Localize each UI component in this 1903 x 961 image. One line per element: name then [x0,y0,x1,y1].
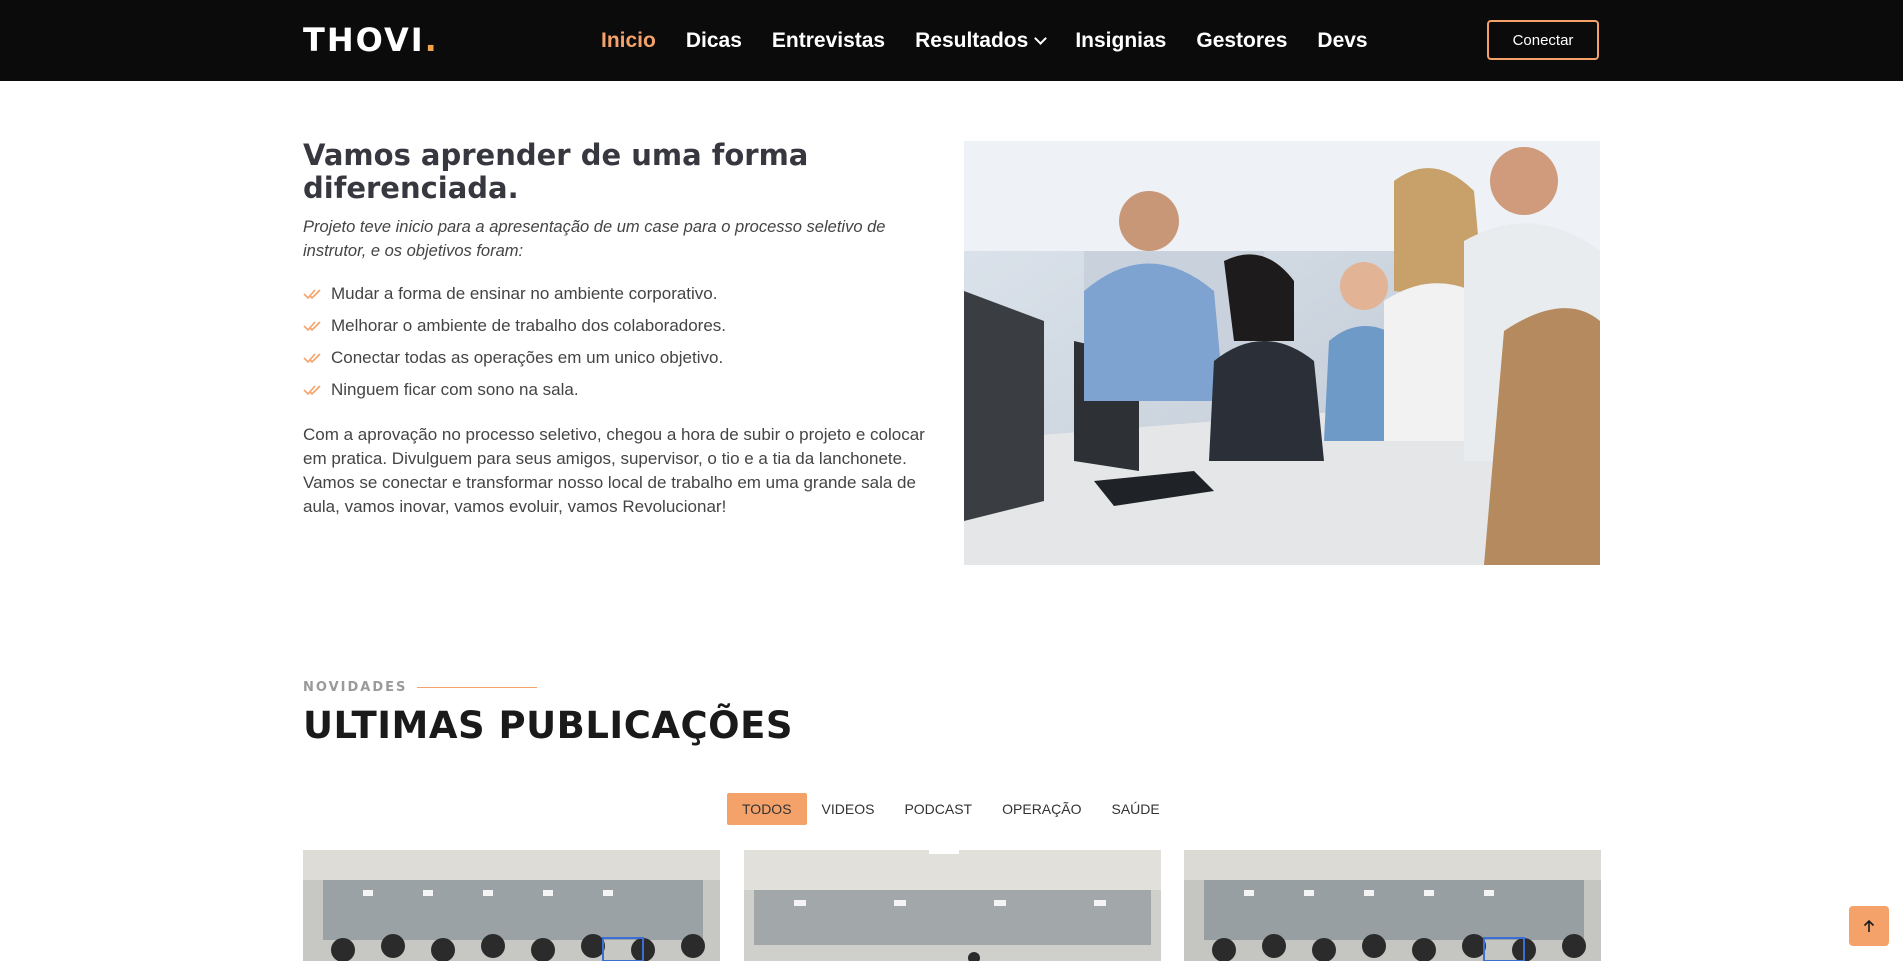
nav-item-dicas[interactable]: Dicas [686,29,742,53]
list-item: Ninguem ficar com sono na sala. [303,374,726,406]
nav-item-resultados[interactable]: Resultados [915,28,1048,53]
publication-card[interactable] [744,850,1161,961]
double-check-icon [303,385,321,396]
logo-text: THOVI [303,21,425,59]
about-title: Vamos aprender de uma forma diferenciada… [303,138,809,205]
objective-text: Conectar todas as operações em um unico … [331,348,724,367]
team-photo-illustration [964,141,1600,565]
arrow-up-icon [1863,919,1875,932]
nav-item-resultados-label: Resultados [915,28,1029,52]
publication-filters: TODOS VIDEOS PODCAST OPERAÇÃO SAÚDE [727,793,1175,825]
objectives-list: Mudar a forma de ensinar no ambiente cor… [303,278,726,406]
objective-text: Mudar a forma de ensinar no ambiente cor… [331,284,718,303]
double-check-icon [303,353,321,364]
nav-item-inicio[interactable]: Inicio [601,29,656,53]
logo-dot: . [424,21,439,59]
connect-button[interactable]: Conectar [1487,20,1599,60]
double-check-icon [303,321,321,332]
list-item: Mudar a forma de ensinar no ambiente cor… [303,278,726,310]
filter-operacao[interactable]: OPERAÇÃO [987,793,1096,825]
list-item: Melhorar o ambiente de trabalho dos cola… [303,310,726,342]
site-header: THOVI. Inicio Dicas Entrevistas Resultad… [0,0,1903,81]
about-intro: Projeto teve inicio para a apresentação … [303,218,886,260]
team-photo [964,141,1600,565]
section-kicker: NOVIDADES [303,680,538,695]
double-check-icon [303,289,321,300]
objective-text: Melhorar o ambiente de trabalho dos cola… [331,316,727,335]
about-body: Com a aprovação no processo seletivo, ch… [303,425,925,516]
filter-videos[interactable]: VIDEOS [807,793,890,825]
group-photo [744,850,1161,961]
kicker-line [417,687,538,688]
chevron-down-icon [1034,31,1048,45]
filter-podcast[interactable]: PODCAST [889,793,987,825]
back-to-top-button[interactable] [1849,906,1889,946]
nav-item-entrevistas[interactable]: Entrevistas [772,29,885,53]
list-item: Conectar todas as operações em um unico … [303,342,726,374]
objective-text: Ninguem ficar com sono na sala. [331,380,579,399]
publication-card[interactable] [303,850,720,961]
publication-card[interactable] [1184,850,1601,961]
group-photo [303,850,720,961]
group-photo [1184,850,1601,961]
logo[interactable]: THOVI. [303,18,439,62]
filter-todos[interactable]: TODOS [727,793,807,825]
main-nav: Inicio Dicas Entrevistas Resultados Insi… [601,0,1398,81]
kicker-text: NOVIDADES [303,680,408,695]
filter-saude[interactable]: SAÚDE [1096,793,1174,825]
nav-item-insignias[interactable]: Insignias [1075,29,1166,53]
nav-item-gestores[interactable]: Gestores [1196,29,1287,53]
publications-title: ULTIMAS PUBLICAÇÕES [303,704,794,747]
nav-item-devs[interactable]: Devs [1317,29,1367,53]
